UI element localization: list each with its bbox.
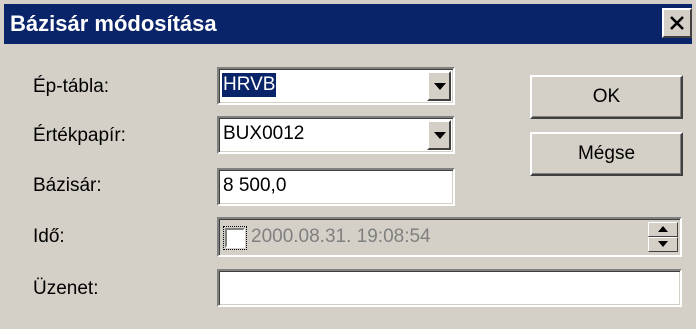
title-bar: Bázisár módosítása (4, 4, 692, 44)
close-icon (670, 16, 684, 30)
cancel-button[interactable]: Mégse (530, 132, 683, 176)
ido-value: 2000.08.31. 19:08:54 (251, 226, 431, 247)
uzenet-label: Üzenet: (33, 278, 99, 299)
ido-spin-up-button[interactable] (648, 222, 678, 237)
spin-down-icon (658, 241, 668, 247)
bazisar-input[interactable]: 8 500,0 (217, 168, 455, 206)
ertekpapir-value: BUX0012 (223, 123, 305, 144)
dialog-window: Bázisár módosítása Ép-tábla: HRVB Értékp… (0, 0, 696, 329)
ok-button-label: OK (592, 86, 621, 107)
ido-checkbox[interactable] (225, 228, 245, 248)
spin-up-icon (658, 226, 668, 232)
ido-spin-down-button[interactable] (648, 237, 678, 252)
ido-label: Idő: (33, 226, 65, 247)
bazisar-label: Bázisár: (33, 175, 102, 196)
chevron-down-icon (434, 83, 446, 90)
bazisar-value: 8 500,0 (223, 175, 287, 196)
ep-tabla-dropdown-button[interactable] (427, 71, 451, 101)
chevron-down-icon (434, 132, 446, 139)
ep-tabla-value: HRVB (222, 73, 277, 97)
cancel-button-label: Mégse (577, 143, 636, 164)
ep-tabla-combo[interactable]: HRVB (217, 67, 455, 105)
ertekpapir-dropdown-button[interactable] (427, 120, 451, 150)
ep-tabla-label: Ép-tábla: (33, 76, 110, 97)
ertekpapir-label: Értékpapír: (33, 125, 126, 146)
ok-button[interactable]: OK (530, 75, 683, 119)
close-button[interactable] (662, 8, 692, 38)
uzenet-input[interactable] (217, 269, 682, 307)
ido-datetime-picker[interactable]: 2000.08.31. 19:08:54 (217, 217, 682, 257)
dialog-title: Bázisár módosítása (10, 11, 217, 36)
ertekpapir-combo[interactable]: BUX0012 (217, 116, 455, 154)
